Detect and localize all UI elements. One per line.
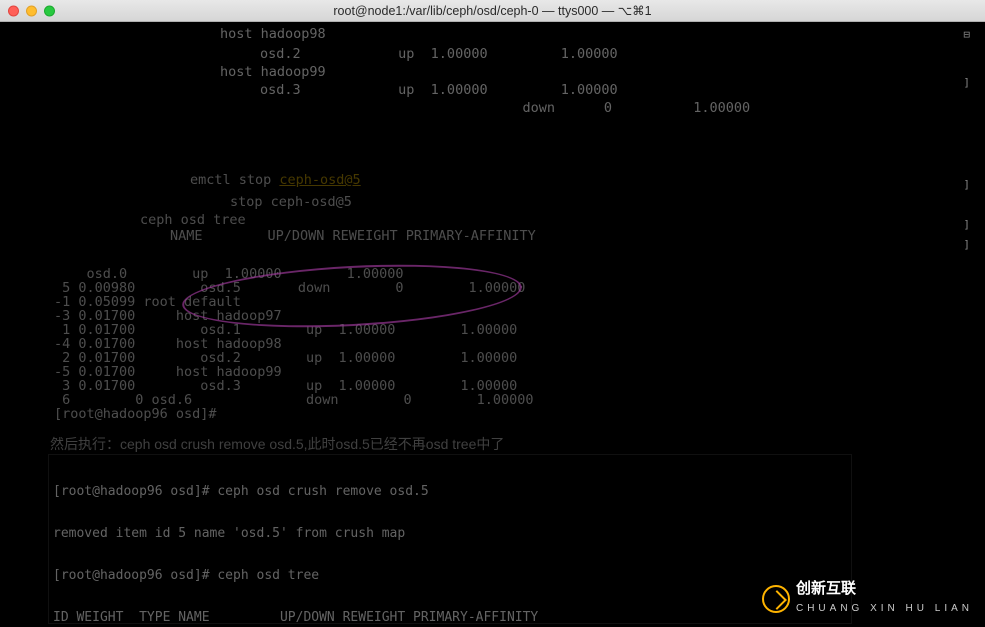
bg-osdline2: osd.3 up 1.00000 1.00000 [260, 80, 985, 100]
bg-screenshot-2: [root@hadoop96 osd]# ceph osd crush remo… [48, 454, 852, 624]
logo-icon [762, 585, 790, 613]
note-text: 然后执行：ceph osd crush remove osd.5,此时osd.5… [50, 434, 504, 454]
terminal[interactable]: host hadoop98 osd.2 up 1.00000 1.00000 h… [0, 22, 985, 627]
window-title: root@node1:/var/lib/ceph/osd/ceph-0 — tt… [333, 1, 651, 21]
bg-stop: emctl stop ceph-osd@5 [190, 170, 985, 190]
bg-tree-prompt: [root@hadoop96 osd]# [54, 404, 985, 424]
maximize-icon[interactable] [44, 5, 55, 16]
bg-downline: down 0 1.00000 [360, 98, 985, 118]
bg-stop2: stop ceph-osd@5 [230, 192, 985, 212]
window-traffic-lights [8, 5, 55, 16]
gutter-marks: ⊟ ] ] ] ] [963, 25, 970, 255]
close-icon[interactable] [8, 5, 19, 16]
minimize-icon[interactable] [26, 5, 37, 16]
bg-tree-hdr: NAME UP/DOWN REWEIGHT PRIMARY-AFFINITY [170, 226, 985, 246]
watermark-logo: 创新互联 CHUANG XIN HU LIAN [762, 579, 973, 619]
titlebar: root@node1:/var/lib/ceph/osd/ceph-0 — tt… [0, 0, 985, 22]
bg-hostline2: host hadoop99 [220, 62, 985, 82]
bg-osdline: osd.2 up 1.00000 1.00000 [260, 44, 985, 64]
bg-hostline: host hadoop98 [220, 24, 985, 44]
